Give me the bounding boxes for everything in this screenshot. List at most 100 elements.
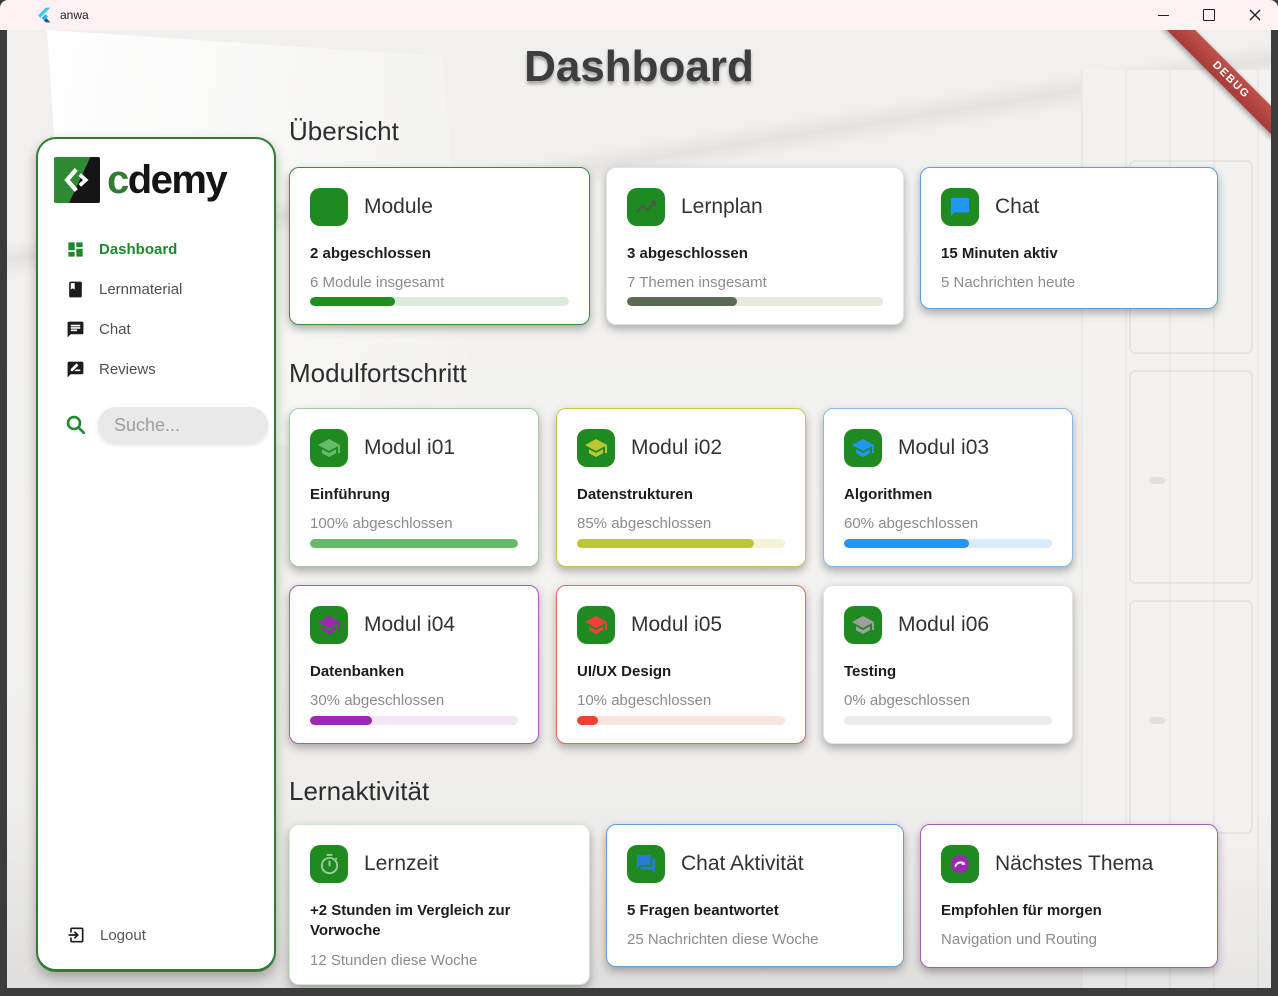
chat-bubble-icon	[941, 188, 979, 226]
card-stat-secondary: 7 Themen insgesamt	[627, 274, 883, 291]
sidebar-item-dashboard[interactable]: Dashboard	[38, 229, 274, 269]
progress-fill	[310, 539, 518, 548]
module-subtitle: UI/UX Design	[577, 662, 785, 682]
progress-track	[577, 716, 785, 725]
app-content: DEBUG Dashboard cdemy	[7, 30, 1271, 988]
activity-card-chat-aktivitaet[interactable]: Chat Aktivität 5 Fragen beantwortet 25 N…	[606, 824, 904, 967]
card-stat-primary: 15 Minuten aktiv	[941, 244, 1197, 264]
window-title: anwa	[60, 8, 89, 22]
card-title: Module	[364, 195, 433, 219]
progress-track	[627, 297, 883, 306]
module-cards-row-1: Modul i01 Einführung 100% abgeschlossen	[289, 408, 1073, 567]
module-subtitle: Einführung	[310, 485, 518, 505]
chat-icon	[66, 320, 85, 339]
progress-track	[310, 539, 518, 548]
overview-card-lernplan[interactable]: Lernplan 3 abgeschlossen 7 Themen insges…	[606, 167, 904, 325]
logout-label: Logout	[100, 927, 146, 944]
logout-icon	[66, 925, 86, 945]
progress-track	[310, 716, 518, 725]
timer-icon	[310, 845, 348, 883]
flutter-logo-icon	[36, 7, 52, 23]
module-cards-row-2: Modul i04 Datenbanken 30% abgeschlossen	[289, 585, 1073, 744]
card-title: Modul i06	[898, 613, 989, 637]
module-card-i05[interactable]: Modul i05 UI/UX Design 10% abgeschlossen	[556, 585, 806, 744]
overview-card-module[interactable]: Module 2 abgeschlossen 6 Module insgesam…	[289, 167, 590, 325]
graduation-cap-icon	[577, 606, 615, 644]
progress-track	[844, 716, 1052, 725]
graduation-cap-icon	[310, 429, 348, 467]
module-status: 85% abgeschlossen	[577, 515, 785, 532]
section-heading-modules: Modulfortschritt	[289, 358, 467, 389]
progress-fill	[844, 539, 969, 548]
progress-fill	[577, 716, 598, 725]
module-card-i03[interactable]: Modul i03 Algorithmen 60% abgeschlossen	[823, 408, 1073, 567]
card-stat-secondary: 5 Nachrichten heute	[941, 274, 1197, 291]
dashboard-icon	[66, 240, 85, 259]
progress-fill	[627, 297, 737, 306]
progress-fill	[310, 716, 372, 725]
module-subtitle: Algorithmen	[844, 485, 1052, 505]
sidebar-item-label: Lernmaterial	[99, 281, 182, 298]
activity-cards-row: Lernzeit +2 Stunden im Vergleich zur Vor…	[289, 824, 1218, 985]
progress-track	[844, 539, 1052, 548]
module-card-i04[interactable]: Modul i04 Datenbanken 30% abgeschlossen	[289, 585, 539, 744]
card-title: Modul i02	[631, 436, 722, 460]
overview-cards-row: Module 2 abgeschlossen 6 Module insgesam…	[289, 167, 1218, 325]
trend-icon	[627, 188, 665, 226]
maximize-button[interactable]	[1186, 0, 1232, 30]
card-stat-secondary: 12 Stunden diese Woche	[310, 952, 569, 969]
search-icon	[64, 413, 88, 437]
card-stat-primary: 2 abgeschlossen	[310, 244, 569, 264]
minimize-icon	[1158, 15, 1169, 16]
module-status: 30% abgeschlossen	[310, 692, 518, 709]
next-topic-icon	[941, 845, 979, 883]
graduation-cap-icon	[310, 606, 348, 644]
sidebar-nav: Dashboard Lernmaterial	[38, 229, 274, 389]
app-window: anwa DEBUG Dashboard	[0, 0, 1278, 996]
module-status: 60% abgeschlossen	[844, 515, 1052, 532]
section-heading-overview: Übersicht	[289, 116, 399, 147]
main-content: Übersicht Module 2 abgeschlossen 6 Modul…	[289, 30, 1220, 988]
module-card-i02[interactable]: Modul i02 Datenstrukturen 85% abgeschlos…	[556, 408, 806, 567]
progress-track	[577, 539, 785, 548]
module-subtitle: Datenbanken	[310, 662, 518, 682]
module-card-i01[interactable]: Modul i01 Einführung 100% abgeschlossen	[289, 408, 539, 567]
graduation-cap-icon	[844, 429, 882, 467]
search-input[interactable]	[98, 407, 268, 443]
module-card-i06[interactable]: Modul i06 Testing 0% abgeschlossen	[823, 585, 1073, 744]
sidebar-item-lernmaterial[interactable]: Lernmaterial	[38, 269, 274, 309]
brand-name: cdemy	[107, 160, 226, 200]
brand-logo: cdemy	[38, 139, 274, 203]
progress-fill	[577, 539, 754, 548]
sidebar-item-chat[interactable]: Chat	[38, 309, 274, 349]
graduation-cap-icon	[577, 429, 615, 467]
activity-card-lernzeit[interactable]: Lernzeit +2 Stunden im Vergleich zur Vor…	[289, 824, 590, 985]
card-stat-primary: 5 Fragen beantwortet	[627, 901, 883, 921]
card-title: Modul i01	[364, 436, 455, 460]
sidebar-item-label: Dashboard	[99, 241, 177, 258]
card-stat-secondary: 25 Nachrichten diese Woche	[627, 931, 883, 948]
minimize-button[interactable]	[1140, 0, 1186, 30]
card-stat-secondary: Navigation und Routing	[941, 931, 1197, 948]
card-title: Modul i05	[631, 613, 722, 637]
card-title: Chat Aktivität	[681, 852, 804, 876]
section-heading-activity: Lernaktivität	[289, 776, 429, 807]
module-subtitle: Datenstrukturen	[577, 485, 785, 505]
overview-card-chat[interactable]: Chat 15 Minuten aktiv 5 Nachrichten heut…	[920, 167, 1218, 309]
card-title: Modul i03	[898, 436, 989, 460]
module-status: 10% abgeschlossen	[577, 692, 785, 709]
card-title: Chat	[995, 195, 1039, 219]
card-stat-primary: 3 abgeschlossen	[627, 244, 883, 264]
logout-button[interactable]: Logout	[66, 925, 146, 945]
module-status: 100% abgeschlossen	[310, 515, 518, 532]
module-status: 0% abgeschlossen	[844, 692, 1052, 709]
progress-track	[310, 297, 569, 306]
sidebar-item-reviews[interactable]: Reviews	[38, 349, 274, 389]
window-titlebar: anwa	[0, 0, 1278, 30]
close-button[interactable]	[1232, 0, 1278, 30]
activity-card-naechstes-thema[interactable]: Nächstes Thema Empfohlen für morgen Navi…	[920, 824, 1218, 968]
sidebar-item-label: Reviews	[99, 361, 156, 378]
progress-fill	[310, 297, 395, 306]
sidebar: cdemy Dashboard	[36, 137, 276, 972]
card-stat-primary: Empfohlen für morgen	[941, 901, 1197, 921]
